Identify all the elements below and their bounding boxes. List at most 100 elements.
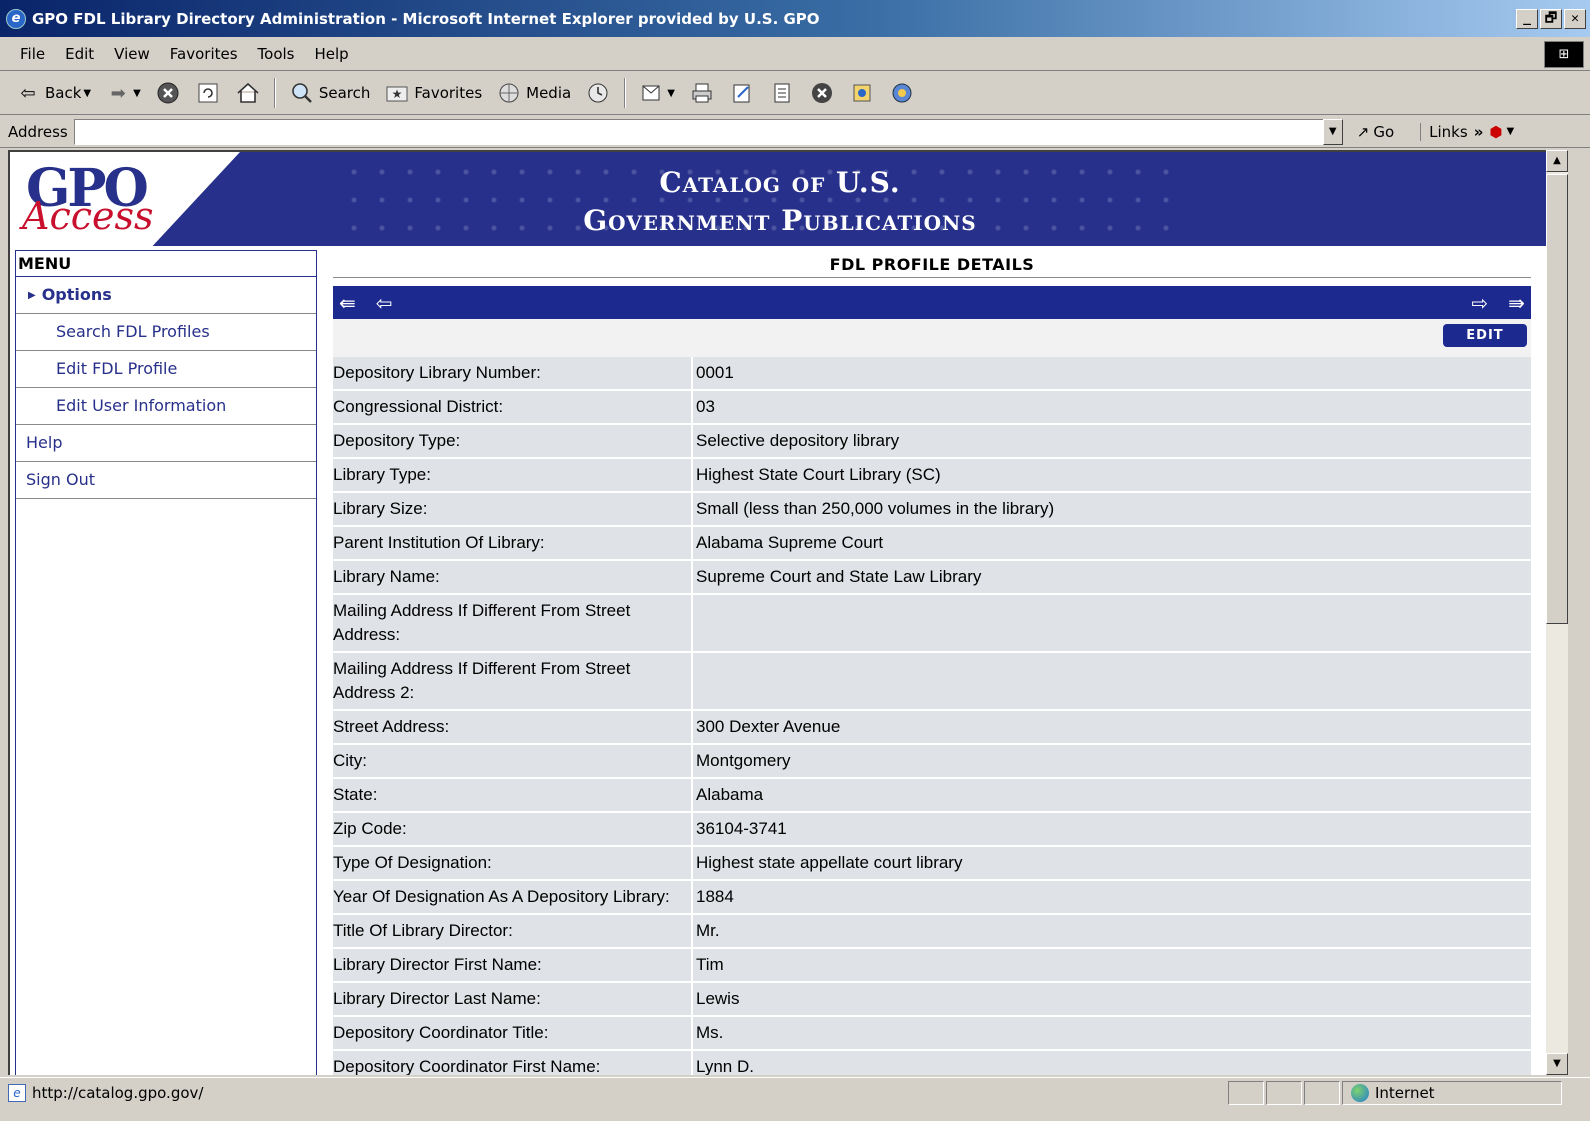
window-title: GPO FDL Library Directory Administration… [32, 9, 820, 28]
field-value: Alabama [691, 779, 1531, 811]
menu-view[interactable]: View [104, 41, 160, 67]
security-zone-label: Internet [1375, 1083, 1435, 1102]
block-icon [809, 80, 835, 106]
vertical-scrollbar[interactable]: ▲ ▼ [1546, 150, 1568, 1075]
media-icon [496, 80, 522, 106]
field-value: Highest State Court Library (SC) [691, 459, 1531, 491]
favorites-label: Favorites [414, 84, 483, 102]
toolbar-separator [624, 78, 627, 108]
back-arrow-icon: ⇦ [20, 82, 36, 104]
menu-favorites[interactable]: Favorites [160, 41, 248, 67]
field-value: Supreme Court and State Law Library [691, 561, 1531, 593]
status-bar: e http://catalog.gpo.gov/ Internet [0, 1077, 1590, 1107]
menu-sign-out[interactable]: Sign Out [16, 462, 316, 499]
menu-tools[interactable]: Tools [248, 41, 305, 67]
field-label: Depository Coordinator Title: [333, 1017, 691, 1049]
discuss-button[interactable] [764, 77, 800, 109]
messenger-button[interactable] [884, 77, 920, 109]
mail-button[interactable]: ▼ [634, 77, 680, 109]
status-url: e http://catalog.gpo.gov/ [0, 1083, 1228, 1102]
home-button[interactable] [230, 77, 266, 109]
chevron-down-icon[interactable]: ▼ [133, 88, 141, 99]
field-value: 03 [691, 391, 1531, 423]
messenger-icon [889, 80, 915, 106]
svg-text:★: ★ [392, 87, 403, 101]
print-button[interactable] [684, 77, 720, 109]
gpo-access-logo[interactable]: GPO Access [10, 152, 240, 246]
window-controls: _ 🗗 ✕ [1516, 8, 1590, 29]
search-icon [289, 80, 315, 106]
field-value: Lewis [691, 983, 1531, 1015]
close-button[interactable]: ✕ [1564, 8, 1586, 29]
links-toolbar[interactable]: Links » ⬢ ▼ [1420, 122, 1515, 141]
menu-file[interactable]: File [10, 41, 55, 67]
chevron-down-icon[interactable]: ▼ [1507, 126, 1515, 137]
refresh-icon [195, 80, 221, 106]
table-row: Depository Library Number: 0001 [333, 357, 1531, 389]
chevron-down-icon[interactable]: ▼ [83, 88, 91, 99]
menu-edit-user-information[interactable]: Edit User Information [16, 388, 316, 425]
address-bar: Address ▼ ↗ Go Links » ⬢ ▼ [0, 116, 1590, 148]
scroll-up-icon[interactable]: ▲ [1546, 150, 1568, 172]
windows-logo-icon: ⊞ [1544, 41, 1584, 68]
field-label: Depository Coordinator First Name: [333, 1051, 691, 1075]
field-label: Mailing Address If Different From Street… [333, 653, 691, 709]
research-icon [849, 80, 875, 106]
maximize-button[interactable]: 🗗 [1540, 8, 1562, 29]
scroll-thumb[interactable] [1546, 174, 1568, 624]
banner-title: Catalog of U.S. Government Publications [510, 164, 1050, 240]
menu-bar: File Edit View Favorites Tools Help [0, 37, 1590, 71]
menu-options[interactable]: ▶ Options [16, 277, 316, 314]
table-row: Title Of Library Director: Mr. [333, 915, 1531, 947]
table-row: City: Montgomery [333, 745, 1531, 777]
record-navigation-bar: ⇚ ⇦ ⇨ ⇛ [333, 286, 1531, 319]
table-row: Depository Coordinator Title: Ms. [333, 1017, 1531, 1049]
field-label: State: [333, 779, 691, 811]
status-url-text: http://catalog.gpo.gov/ [32, 1083, 204, 1102]
previous-record-icon[interactable]: ⇦ [376, 293, 393, 313]
table-row: Library Name: Supreme Court and State Law… [333, 561, 1531, 593]
search-button[interactable]: Search [284, 77, 376, 109]
back-button[interactable]: ⇦ Back ▼ [10, 77, 96, 109]
address-dropdown-icon[interactable]: ▼ [1322, 118, 1343, 145]
triangle-right-icon: ▶ [28, 290, 36, 301]
menu-help[interactable]: Help [305, 41, 359, 67]
field-label: Library Name: [333, 561, 691, 593]
table-row: Library Director Last Name: Lewis [333, 983, 1531, 1015]
back-label: Back [45, 84, 82, 102]
field-value: Tim [691, 949, 1531, 981]
edit-button[interactable]: EDIT [1443, 324, 1527, 347]
research-button[interactable] [844, 77, 880, 109]
field-label: Depository Type: [333, 425, 691, 457]
edit-page-button[interactable] [724, 77, 760, 109]
field-value: Lynn D. [691, 1051, 1531, 1075]
chevron-down-icon[interactable]: ▼ [667, 88, 675, 99]
next-record-icon[interactable]: ⇨ [1471, 293, 1488, 313]
chevron-double-right-icon[interactable]: » [1474, 123, 1484, 141]
minimize-button[interactable]: _ [1516, 8, 1538, 29]
scroll-down-icon[interactable]: ▼ [1546, 1053, 1568, 1075]
field-label: Parent Institution Of Library: [333, 527, 691, 559]
menu-edit-fdl-profile[interactable]: Edit FDL Profile [16, 351, 316, 388]
stop-icon [155, 80, 181, 106]
history-button[interactable] [580, 77, 616, 109]
last-record-icon[interactable]: ⇛ [1508, 293, 1525, 313]
address-input[interactable] [73, 118, 1324, 145]
block-button[interactable] [804, 77, 840, 109]
refresh-button[interactable] [190, 77, 226, 109]
go-button[interactable]: ↗ Go [1357, 123, 1394, 141]
stop-button[interactable] [150, 77, 186, 109]
field-value [691, 653, 1531, 709]
menu-help-link[interactable]: Help [16, 425, 316, 462]
first-record-icon[interactable]: ⇚ [339, 293, 356, 313]
acrobat-icon[interactable]: ⬢ [1489, 123, 1502, 141]
field-label: Street Address: [333, 711, 691, 743]
go-arrow-icon: ↗ [1356, 122, 1370, 141]
field-label: Depository Library Number: [333, 357, 691, 389]
media-button[interactable]: Media [491, 77, 576, 109]
forward-button[interactable]: ➡ ▼ [100, 77, 146, 109]
favorites-button[interactable]: ★ Favorites [379, 77, 487, 109]
menu-search-fdl-profiles[interactable]: Search FDL Profiles [16, 314, 316, 351]
menu-edit[interactable]: Edit [55, 41, 104, 67]
table-row: Depository Type: Selective depository lib… [333, 425, 1531, 457]
